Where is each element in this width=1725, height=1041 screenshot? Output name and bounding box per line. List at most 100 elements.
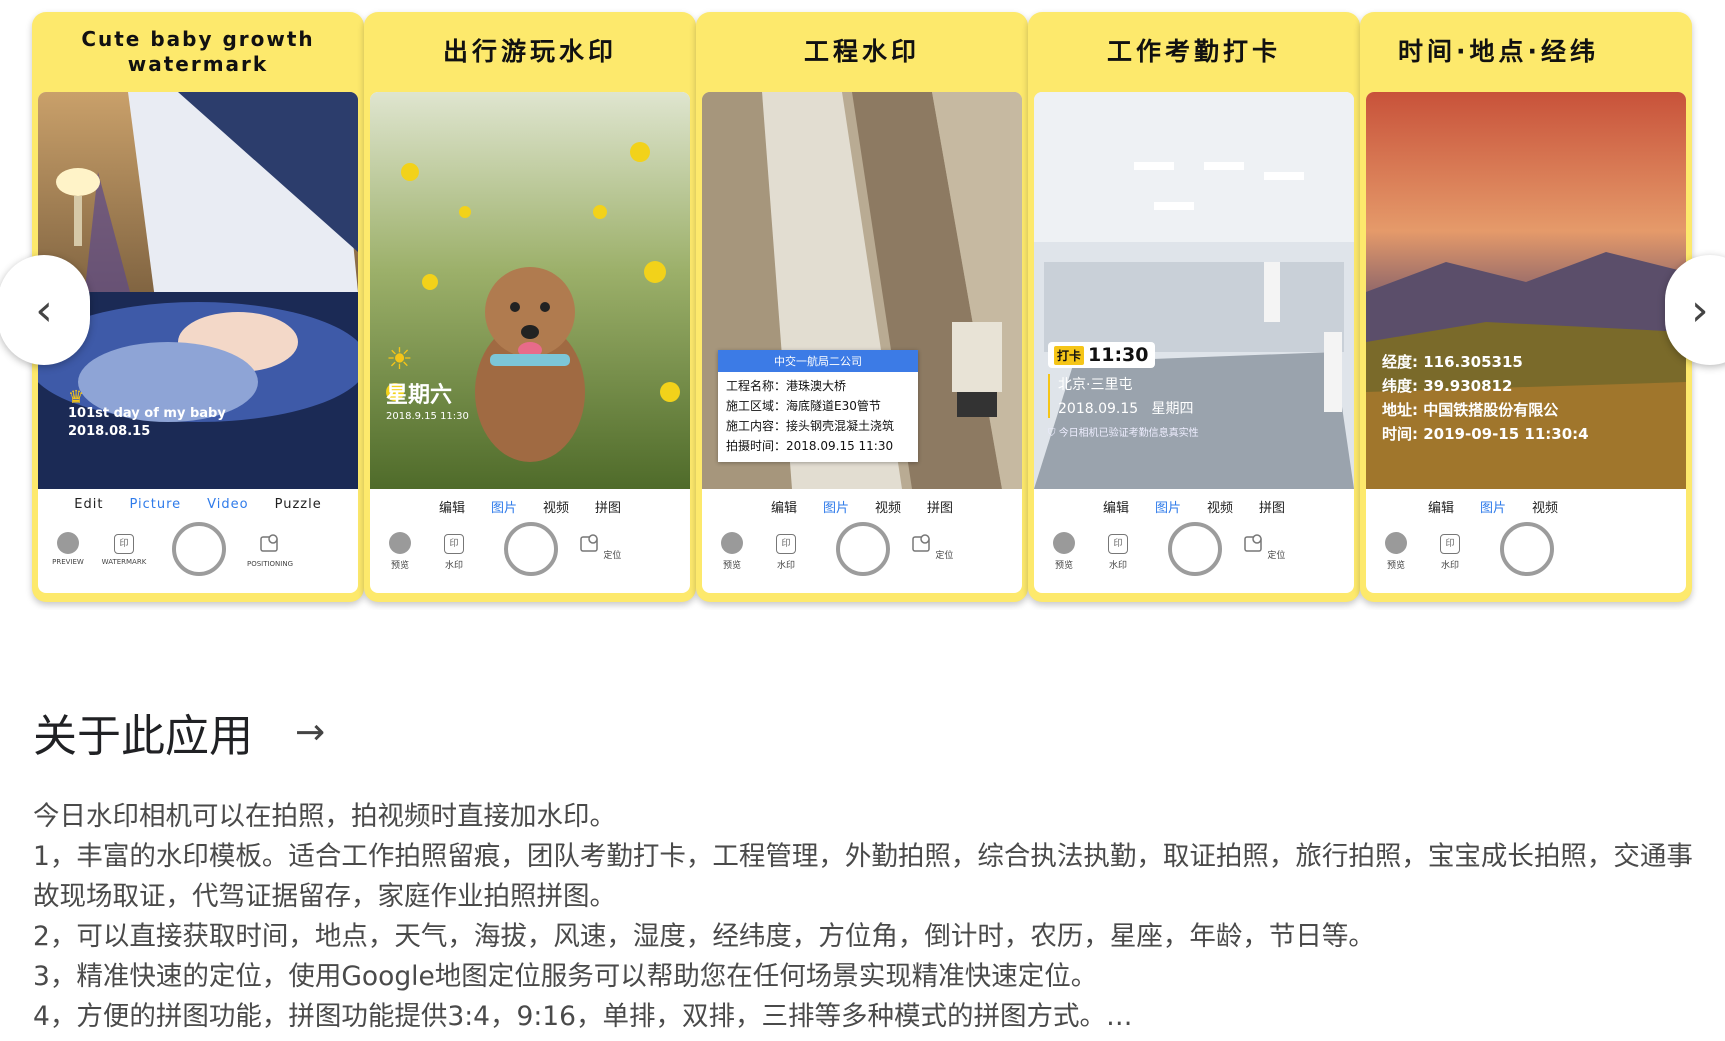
tab-edit: 编辑 (1428, 501, 1455, 516)
app-description: 今日水印相机可以在拍照，拍视频时直接加水印。 1，丰富的水印模板。适合工作拍照留… (33, 801, 1693, 1032)
positioning-control: 定位 (902, 532, 962, 561)
company-header: 中交一航局二公司 (718, 350, 918, 372)
punch-time: 11:30 (1088, 344, 1149, 366)
watermark-control: 印水印 (424, 532, 484, 571)
watermark-icon: 印 (1440, 534, 1460, 554)
preview-label: 预览 (1054, 561, 1073, 571)
watermark-label: 水印 (444, 561, 463, 571)
project-content: 施工内容：接头钢壳混凝土浇筑 (726, 419, 895, 433)
tab-picture: 图片 (1154, 501, 1181, 516)
about-section-header[interactable]: 关于此应用 → (33, 700, 325, 764)
preview-icon (57, 532, 79, 554)
positioning-label: 定位 (935, 551, 954, 561)
overlay-text: 101st day of my baby (68, 406, 226, 421)
attendance-overlay: 打卡 11:30 北京·三里屯 2018.09.15 星期四 ⛉ 今日相机已验证… (1048, 342, 1199, 439)
positioning-control: POSITIONING (240, 532, 300, 568)
tab-video: 视频 (1207, 501, 1234, 516)
tab-puzzle: 拼图 (595, 501, 622, 516)
tab-edit: Edit (74, 497, 104, 512)
tab-picture: 图片 (1480, 501, 1507, 516)
watermark-label: 水印 (1440, 561, 1459, 571)
preview-icon (1385, 532, 1407, 554)
preview-icon (721, 532, 743, 554)
address: 地址: 中国铁搭股份有限公 (1382, 401, 1559, 419)
phone-mockup: ☀ 星期六 2018.9.15 11:30 编辑 图片 视频 拼图 预览 印水印… (370, 92, 690, 593)
screenshot-carousel: Cute baby growth watermark ♛ 101st day o… (0, 0, 1725, 610)
sun-icon: ☀ (386, 342, 413, 377)
tab-video: 视频 (543, 501, 570, 516)
positioning-label: 定位 (1267, 551, 1286, 561)
longitude: 经度: 116.305315 (1382, 353, 1523, 371)
overlay-date: 2018.08.15 (68, 424, 151, 439)
location-pin-icon (579, 534, 598, 552)
positioning-control: 定位 (1234, 532, 1294, 561)
project-area: 施工区域：海底隧道E30管节 (726, 399, 881, 413)
screenshot-card-attendance[interactable]: 工作考勤打卡 打卡 11:30 北京·三里屯 2018.09.15 星期四 ⛉ … (1028, 12, 1360, 602)
punch-badge: 打卡 (1054, 345, 1085, 365)
tab-video: 视频 (875, 501, 902, 516)
chevron-right-icon: › (1691, 284, 1709, 336)
watermark-overlay: ♛ 101st day of my baby 2018.08.15 (68, 387, 226, 439)
watermark-icon: 印 (444, 534, 464, 554)
timestamp: 时间: 2019-09-15 11:30:4 (1382, 425, 1589, 443)
preview-control: 预览 (1034, 532, 1094, 571)
tab-picture: 图片 (822, 501, 849, 516)
tab-edit: 编辑 (438, 501, 465, 516)
positioning-control: 定位 (570, 532, 630, 561)
preview-control: 预览 (702, 532, 762, 571)
screenshot-card-engineering[interactable]: 工程水印 中交一航局二公司 工程名称：港珠澳大桥 施工区域：海底隧道E30管节 (696, 12, 1028, 602)
shutter-button (504, 522, 558, 576)
screenshot-card-location[interactable]: 时间·地点·经纬 经度: 116.305315 纬度: 39.930812 地址… (1360, 12, 1692, 602)
card-title: 出行游玩水印 (442, 36, 617, 66)
preview-label: 预览 (390, 561, 409, 571)
carousel-prev-button[interactable]: ‹ (0, 255, 90, 365)
phone-mockup: 中交一航局二公司 工程名称：港珠澳大桥 施工区域：海底隧道E30管节 施工内容：… (702, 92, 1022, 593)
phone-mockup: ♛ 101st day of my baby 2018.08.15 Edit P… (38, 92, 358, 593)
punch-date: 2018.09.15 星期四 (1058, 401, 1194, 417)
mode-tabs: 编辑 图片 视频 拼图 (702, 497, 1022, 519)
tab-picture: Picture (129, 497, 182, 512)
location-pin-icon (911, 534, 930, 552)
card-title: 工作考勤打卡 (1106, 36, 1281, 66)
construction-photo: 中交一航局二公司 工程名称：港珠澳大桥 施工区域：海底隧道E30管节 施工内容：… (702, 92, 1022, 489)
shutter-button (1168, 522, 1222, 576)
preview-label: PREVIEW (52, 558, 84, 566)
mode-tabs: 编辑 图片 视频 拼图 (370, 497, 690, 519)
project-name: 工程名称：港珠澳大桥 (726, 379, 847, 393)
preview-icon (1053, 532, 1075, 554)
positioning-label: POSITIONING (246, 560, 294, 568)
mountain-photo: 经度: 116.305315 纬度: 39.930812 地址: 中国铁搭股份有… (1366, 92, 1686, 489)
latitude: 纬度: 39.930812 (1382, 377, 1513, 395)
mode-tabs: Edit Picture Video Puzzle (38, 497, 358, 519)
watermark-control: 印水印 (756, 532, 816, 571)
tab-video: 视频 (1532, 501, 1559, 516)
camera-controls: 预览 印水印 定位 (702, 522, 1022, 582)
positioning-label: 定位 (603, 551, 622, 561)
tab-picture: 图片 (490, 501, 517, 516)
tab-puzzle: 拼图 (1259, 501, 1286, 516)
watermark-icon: 印 (114, 534, 134, 554)
tab-edit: 编辑 (1102, 501, 1129, 516)
about-title: 关于此应用 (33, 711, 253, 762)
lab-photo: 打卡 11:30 北京·三里屯 2018.09.15 星期四 ⛉ 今日相机已验证… (1034, 92, 1354, 489)
location-pin-icon (260, 534, 278, 552)
shield-check-icon: ⛉ (1048, 428, 1056, 439)
project-info-card: 中交一航局二公司 工程名称：港珠澳大桥 施工区域：海底隧道E30管节 施工内容：… (718, 350, 918, 462)
geo-overlay: 经度: 116.305315 纬度: 39.930812 地址: 中国铁搭股份有… (1382, 350, 1589, 446)
preview-label: 预览 (1386, 561, 1405, 571)
arrow-right-icon[interactable]: → (295, 712, 325, 753)
overlay-date: 2018.9.15 11:30 (386, 411, 469, 422)
preview-control: PREVIEW (38, 532, 98, 566)
watermark-control: 印水印 (1088, 532, 1148, 571)
crown-icon: ♛ (68, 387, 85, 408)
mode-tabs: 编辑 图片 视频 拼图 (1034, 497, 1354, 519)
watermark-icon: 印 (776, 534, 796, 554)
watermark-label: 水印 (776, 561, 795, 571)
camera-controls: 预览 印水印 (1366, 522, 1686, 582)
camera-controls: 预览 印水印 定位 (1034, 522, 1354, 582)
preview-label: 预览 (722, 561, 741, 571)
watermark-overlay: ☀ 星期六 2018.9.15 11:30 (386, 342, 469, 422)
dog-photo: ☀ 星期六 2018.9.15 11:30 (370, 92, 690, 489)
tab-puzzle: 拼图 (927, 501, 954, 516)
screenshot-card-travel[interactable]: 出行游玩水印 ☀ 星期六 2018.9.15 11:30 编辑 图片 视频 拼图… (364, 12, 696, 602)
